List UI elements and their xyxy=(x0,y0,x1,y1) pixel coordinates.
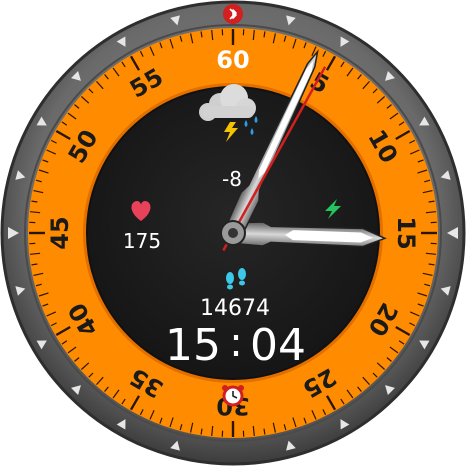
heart-rate-value: 175 xyxy=(123,229,161,253)
ring-number: 60 xyxy=(216,46,249,74)
ring-number-label: 60 xyxy=(216,46,249,74)
bluetooth-icon xyxy=(223,4,243,24)
ring-number: 45 xyxy=(46,216,74,249)
hand-hub-center xyxy=(228,228,238,238)
watch-face: 60510152025303540455055 -8 175 100 xyxy=(0,0,466,466)
digital-time-separator: : xyxy=(229,320,242,366)
ring-number-label: 45 xyxy=(46,216,74,249)
ring-number: 15 xyxy=(392,216,420,249)
ring-number-label: 15 xyxy=(392,216,420,249)
digital-time-hours: 15 xyxy=(165,320,221,371)
alarm-clock-icon xyxy=(222,385,244,407)
digital-time-minutes: 04 xyxy=(250,320,306,371)
temperature-value: -8 xyxy=(222,167,242,191)
steps-value: 14674 xyxy=(200,296,270,321)
